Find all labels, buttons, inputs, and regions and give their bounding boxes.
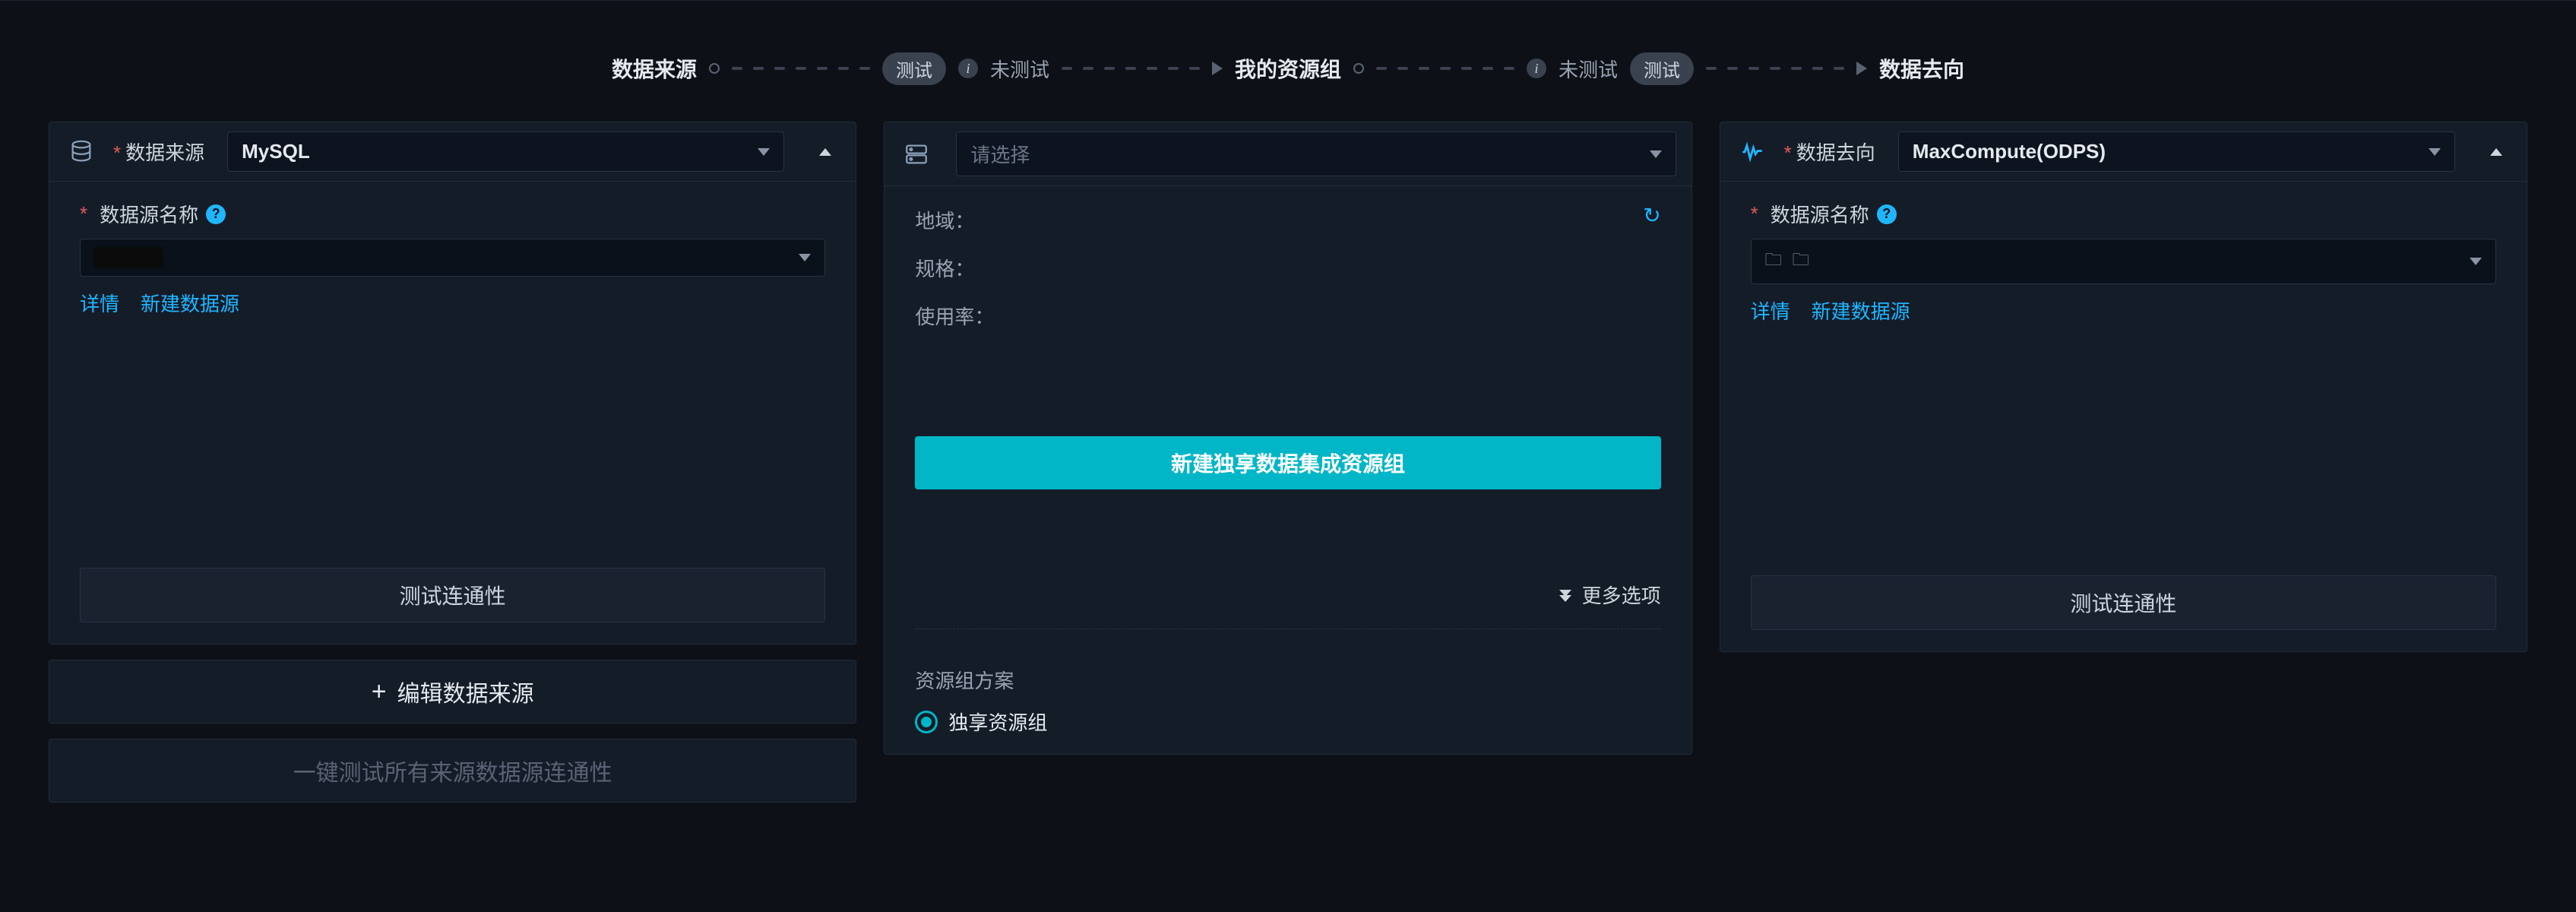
source-type-select[interactable]: MySQL [227, 131, 784, 172]
dest-links: 详情 新建数据源 [1751, 296, 2496, 325]
edit-source-label: 编辑数据来源 [397, 675, 534, 708]
exclusive-radio-label: 独享资源组 [948, 708, 1047, 736]
test-connectivity-button[interactable]: 测试连通性 [80, 568, 825, 622]
refresh-icon[interactable]: ↻ [1643, 203, 1660, 228]
source-header-label: *数据来源 [113, 138, 204, 166]
dest-panel-body: *数据源名称 ? 🗀 🗀 详情 新建数据源 测试连通性 [1720, 182, 2527, 651]
rail-dot-1 [709, 63, 720, 74]
dest-header-label: *数据去向 [1784, 138, 1875, 166]
source-name-select[interactable] [80, 239, 825, 277]
database-icon [65, 135, 98, 169]
rail-test-pill-1[interactable]: 测试 [882, 52, 946, 85]
top-divider [0, 0, 2576, 46]
source-panel-header: *数据来源 MySQL [49, 122, 856, 182]
rail-dashes-3 [1376, 67, 1514, 70]
chevron-down-icon [758, 148, 770, 156]
rail-dest-label: 数据去向 [1879, 53, 1964, 84]
spec-row: 规格： [915, 254, 1660, 282]
detail-link[interactable]: 详情 [1751, 296, 1790, 325]
source-panel-body: *数据源名称 ? 详情 新建数据源 测试连通性 [49, 182, 856, 644]
scheme-title: 资源组方案 [915, 666, 1660, 694]
dest-column: *数据去向 MaxCompute(ODPS) *数据源名称 ? 🗀 🗀 [1720, 122, 2527, 652]
region-row: 地域： [915, 206, 1660, 234]
plus-icon: + [372, 679, 387, 705]
source-links: 详情 新建数据源 [80, 289, 825, 317]
radio-selected-icon [915, 711, 938, 733]
rail-resource-group-label: 我的资源组 [1235, 53, 1341, 84]
dest-type-select[interactable]: MaxCompute(ODPS) [1898, 131, 2455, 172]
detail-link[interactable]: 详情 [80, 289, 119, 317]
chevron-down-icon [1650, 150, 1662, 158]
rail-test-pill-2[interactable]: 测试 [1630, 52, 1694, 85]
test-connectivity-button[interactable]: 测试连通性 [1751, 575, 2496, 630]
dest-panel: *数据去向 MaxCompute(ODPS) *数据源名称 ? 🗀 🗀 [1720, 122, 2527, 652]
resource-group-body: ↻ 地域： 规格： 使用率： 新建独享数据集成资源组 更多选项 [885, 186, 1691, 666]
info-icon[interactable]: i [1527, 59, 1546, 78]
folder-icon: 🗀 [1793, 247, 1809, 276]
resource-group-panel: 请选择 ↻ 地域： 规格： 使用率： 新建独享数据集成资源组 更多选项 资源组方… [884, 122, 1691, 755]
redacted-value [94, 247, 163, 268]
source-name-label: *数据源名称 ? [80, 200, 825, 228]
resource-group-header: 请选择 [885, 122, 1691, 186]
info-icon[interactable]: i [958, 59, 978, 78]
dest-name-label: *数据源名称 ? [1751, 200, 2496, 228]
chevron-up-icon [2490, 148, 2502, 156]
edit-source-button[interactable]: + 编辑数据来源 [49, 660, 856, 724]
bulk-test-button[interactable]: 一键测试所有来源数据源连通性 [49, 739, 856, 803]
source-type-value: MySQL [242, 140, 310, 163]
collapse-toggle[interactable] [810, 137, 840, 167]
chevron-down-icon [799, 254, 811, 261]
columns: *数据来源 MySQL *数据源名称 ? 详情 新建数据源 [0, 122, 2576, 803]
source-column: *数据来源 MySQL *数据源名称 ? 详情 新建数据源 [49, 122, 856, 803]
rail-untested-1: 未测试 [990, 55, 1049, 83]
arrow-right-icon [1856, 62, 1867, 75]
rail-source-label: 数据来源 [612, 53, 697, 84]
rail-dot-2 [1353, 63, 1364, 74]
create-exclusive-resource-group-button[interactable]: 新建独享数据集成资源组 [915, 436, 1660, 489]
server-icon [900, 138, 933, 171]
exclusive-radio[interactable]: 独享资源组 [915, 708, 1660, 736]
resource-group-select[interactable]: 请选择 [956, 131, 1676, 176]
dest-panel-header: *数据去向 MaxCompute(ODPS) [1720, 122, 2527, 182]
arrow-right-icon [1212, 62, 1223, 75]
rail-dashes-1 [732, 67, 870, 70]
chevron-up-icon [819, 148, 831, 156]
folder-icon: 🗀 [1765, 247, 1782, 276]
double-chevron-down-icon [1559, 590, 1571, 600]
progress-rail: 数据来源 测试 i 未测试 我的资源组 i 未测试 测试 数据去向 [0, 46, 2576, 91]
waveform-icon [1736, 135, 1769, 169]
chevron-down-icon [2429, 148, 2441, 156]
help-icon[interactable]: ? [1877, 204, 1897, 224]
resource-group-placeholder: 请选择 [970, 140, 1030, 168]
rail-dashes-2 [1062, 67, 1200, 70]
dest-name-select[interactable]: 🗀 🗀 [1751, 239, 2496, 284]
new-datasource-link[interactable]: 新建数据源 [1812, 296, 1910, 325]
dest-type-value: MaxCompute(ODPS) [1913, 140, 2106, 163]
new-datasource-link[interactable]: 新建数据源 [141, 289, 239, 317]
resource-group-column: 请选择 ↻ 地域： 规格： 使用率： 新建独享数据集成资源组 更多选项 资源组方… [884, 122, 1691, 755]
rail-untested-2: 未测试 [1559, 55, 1618, 83]
more-options-label: 更多选项 [1582, 581, 1661, 609]
chevron-down-icon [2470, 258, 2482, 265]
rail-dashes-4 [1706, 67, 1844, 70]
source-panel: *数据来源 MySQL *数据源名称 ? 详情 新建数据源 [49, 122, 856, 644]
more-options-toggle[interactable]: 更多选项 [915, 581, 1660, 609]
resource-group-scheme: 资源组方案 独享资源组 [885, 666, 1691, 754]
help-icon[interactable]: ? [206, 204, 226, 224]
usage-row: 使用率： [915, 302, 1660, 330]
collapse-toggle[interactable] [2481, 137, 2511, 167]
